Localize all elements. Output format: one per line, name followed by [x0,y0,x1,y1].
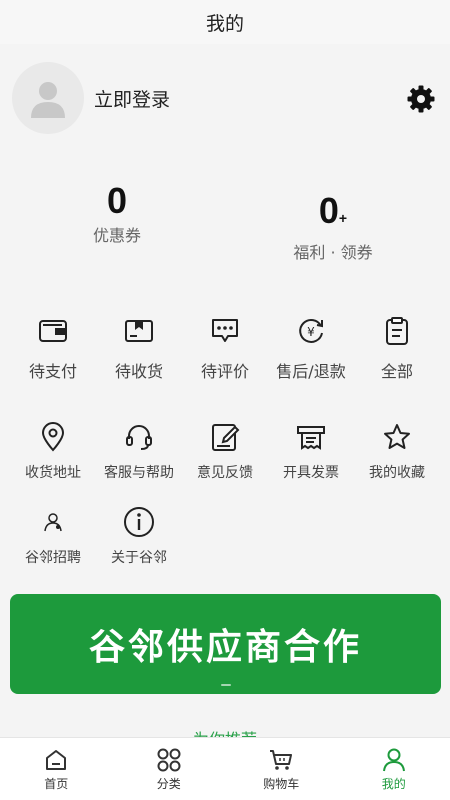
service-label: 开具发票 [283,465,339,481]
profile-section: 立即登录 [12,62,438,134]
order-label: 待评价 [200,362,249,381]
order-pending-review[interactable]: 待评价 [182,314,268,382]
coupon-stat[interactable]: 0 优惠券 [42,180,192,246]
order-pending-receipt[interactable]: 待收货 [96,314,182,382]
service-shortcuts: 收货地址 客服与帮助 意见反馈 开具发票 我的收藏 [10,420,440,482]
recruit-icon [44,513,62,532]
tab-category[interactable]: 分类 [113,738,226,800]
info-icon [124,507,154,537]
service-label: 收货地址 [25,465,81,481]
order-label: 全部 [380,362,413,381]
welfare-stat[interactable]: 0+ 福利 · 领券 [258,190,408,263]
cart-icon [270,749,293,770]
clipboard-icon [386,317,408,345]
category-icon [157,748,181,771]
stats-section: 0 优惠券 0+ 福利 · 领券 [0,180,450,263]
home-icon [46,749,67,770]
welfare-label: 福利 · 领券 [293,243,373,262]
top-bar: 我的 [0,0,450,44]
star-icon [384,424,410,449]
service-label: 我的收藏 [369,465,425,481]
login-link[interactable]: 立即登录 [94,85,170,112]
wallet-icon [39,320,67,342]
service-label: 意见反馈 [197,465,253,481]
refund-icon: ¥ [299,319,323,343]
order-label: 待收货 [114,362,163,381]
gear-icon[interactable] [406,84,436,114]
service-address[interactable]: 收货地址 [10,420,96,482]
comment-icon [212,319,238,342]
order-shortcuts: 待支付 待收货 待评价 ¥ 售后/退款 全部 [10,314,440,382]
svg-text:¥: ¥ [307,325,315,339]
tab-mine[interactable]: 我的 [338,738,450,800]
service-label: 谷邻招聘 [25,550,81,566]
coupon-label: 优惠券 [92,226,141,245]
tab-label: 我的 [381,776,406,791]
service-support[interactable]: 客服与帮助 [96,420,182,482]
service-feedback[interactable]: 意见反馈 [182,420,268,482]
user-icon [382,748,405,771]
service-recruit[interactable]: 谷邻招聘 [10,505,96,567]
package-icon [125,320,153,342]
order-label: 售后/退款 [276,362,346,381]
coupon-count: 0 [106,180,128,221]
service-label: 客服与帮助 [104,465,174,481]
tab-label: 首页 [44,776,69,791]
welfare-plus: + [338,210,348,226]
service-favorites[interactable]: 我的收藏 [354,420,440,482]
tab-bar: 首页 分类 购物车 我的 [0,737,450,800]
tab-home[interactable]: 首页 [0,738,113,800]
invoice-icon [297,426,325,450]
banner-indicator [220,684,231,686]
user-avatar-icon [31,82,65,118]
page-title: 我的 [205,12,244,35]
headset-icon [126,425,152,450]
tab-label: 购物车 [263,776,300,791]
service-invoice[interactable]: 开具发票 [268,420,354,482]
location-icon [41,422,65,452]
order-label: 待支付 [28,362,77,381]
order-all[interactable]: 全部 [354,314,440,382]
supplier-banner[interactable]: 谷邻供应商合作 [10,594,441,694]
feedback-icon [212,424,240,451]
tab-label: 分类 [156,776,181,791]
service-label: 关于谷邻 [111,550,167,566]
more-shortcuts: 谷邻招聘 关于谷邻 [10,505,182,567]
tab-cart[interactable]: 购物车 [225,738,338,800]
welfare-count: 0 [318,190,339,231]
avatar[interactable] [12,62,84,134]
banner-text: 谷邻供应商合作 [88,627,362,668]
order-refund[interactable]: ¥ 售后/退款 [268,314,354,382]
order-pending-payment[interactable]: 待支付 [10,314,96,382]
service-about[interactable]: 关于谷邻 [96,505,182,567]
